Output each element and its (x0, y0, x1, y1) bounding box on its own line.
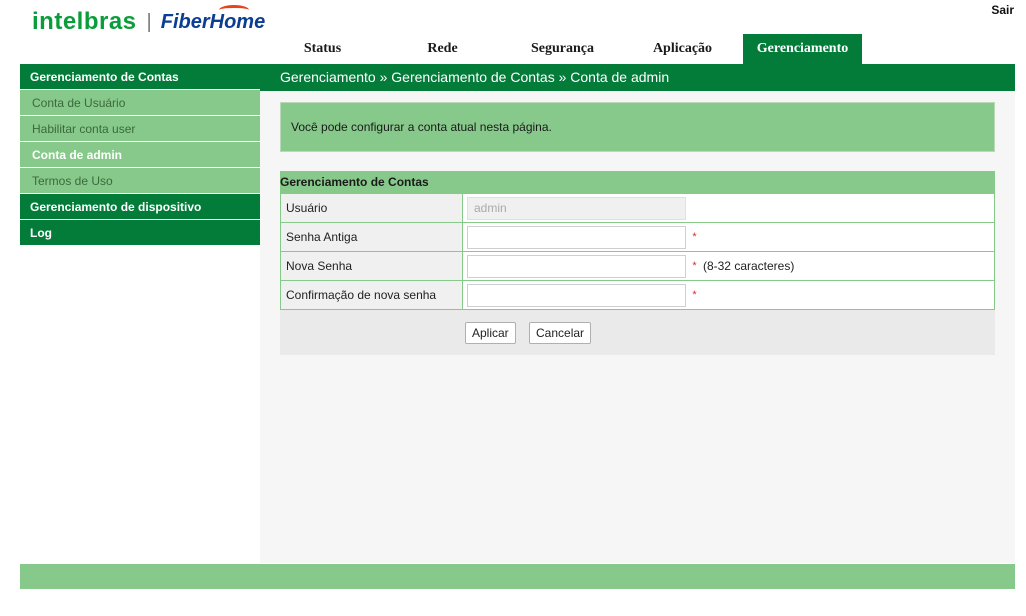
user-value-cell: admin (462, 193, 995, 223)
form-row-confirmacao: Confirmação de nova senha * (280, 280, 995, 310)
tab-aplicacao[interactable]: Aplicação (623, 34, 742, 64)
sidebar-group-gerenciamento-de-dispositivo[interactable]: Gerenciamento de dispositivo (20, 194, 260, 220)
logo-separator: | (146, 10, 152, 33)
account-form-table: Usuário admin Senha Antiga * Nova Senha … (280, 193, 995, 310)
required-mark: * (692, 231, 697, 243)
tab-rede[interactable]: Rede (383, 34, 502, 64)
form-section-title: Gerenciamento de Contas (280, 171, 995, 193)
brand-logo: intelbras | FiberHome (32, 4, 266, 35)
tab-status[interactable]: Status (263, 34, 382, 64)
logo-intelbras: intelbras (32, 8, 137, 35)
form-row-nova-senha: Nova Senha * (8-32 caracteres) (280, 251, 995, 281)
logo-swoosh-icon (218, 4, 249, 15)
logout-link[interactable]: Sair (991, 3, 1014, 17)
form-row-senha-antiga: Senha Antiga * (280, 222, 995, 252)
breadcrumb: Gerenciamento » Gerenciamento de Contas … (280, 69, 670, 85)
sidebar-item-conta-de-admin[interactable]: Conta de admin (20, 142, 260, 168)
sidebar-group-log[interactable]: Log (20, 220, 260, 246)
tab-seguranca[interactable]: Segurança (503, 34, 622, 64)
info-message: Você pode configurar a conta atual nesta… (280, 102, 995, 152)
new-password-label: Nova Senha (280, 251, 463, 281)
form-row-usuario: Usuário admin (280, 193, 995, 223)
new-password-hint: (8-32 caracteres) (702, 259, 795, 273)
new-password-cell: * (8-32 caracteres) (462, 251, 995, 281)
user-label: Usuário (280, 193, 463, 223)
new-password-input[interactable] (467, 254, 686, 278)
sidebar-item-conta-de-usuario[interactable]: Conta de Usuário (20, 90, 260, 116)
button-panel: Aplicar Cancelar (280, 310, 995, 355)
required-mark: * (692, 260, 697, 272)
top-navigation: Status Rede Segurança Aplicação Gerencia… (263, 34, 863, 64)
old-password-cell: * (462, 222, 995, 252)
apply-button[interactable]: Aplicar (465, 322, 516, 344)
confirm-password-label: Confirmação de nova senha (280, 280, 463, 310)
sidebar-group-gerenciamento-de-contas[interactable]: Gerenciamento de Contas (20, 64, 260, 90)
sidebar: Gerenciamento de Contas Conta de Usuário… (20, 64, 260, 246)
old-password-label: Senha Antiga (280, 222, 463, 252)
logo-fiberhome: FiberHome (160, 4, 266, 34)
tab-gerenciamento[interactable]: Gerenciamento (743, 34, 862, 64)
confirm-password-cell: * (462, 280, 995, 310)
old-password-input[interactable] (467, 225, 686, 249)
confirm-password-input[interactable] (467, 283, 686, 307)
router-admin-page: intelbras | FiberHome Sair Status Rede S… (0, 0, 1026, 616)
sidebar-item-termos-de-uso[interactable]: Termos de Uso (20, 168, 260, 194)
sidebar-item-habilitar-conta-user[interactable]: Habilitar conta user (20, 116, 260, 142)
logo-fiberhome-text: FiberHome (160, 10, 266, 33)
username-field: admin (467, 196, 686, 220)
cancel-button[interactable]: Cancelar (529, 322, 592, 344)
footer-bar (20, 564, 1015, 589)
required-mark: * (692, 289, 697, 301)
